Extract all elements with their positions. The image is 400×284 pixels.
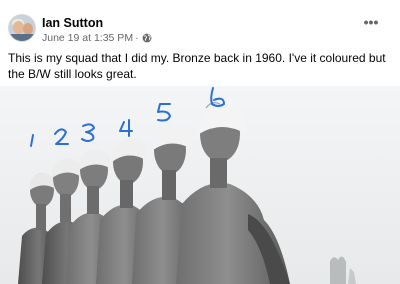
squad-photo-image bbox=[0, 86, 400, 284]
post-caption: This is my squad that I did my. Bronze b… bbox=[8, 51, 386, 81]
post-photo[interactable] bbox=[0, 86, 400, 284]
post-header: Ian Sutton June 19 at 1:35 PM · ••• bbox=[0, 0, 400, 48]
facebook-post: Ian Sutton June 19 at 1:35 PM · ••• This… bbox=[0, 0, 400, 284]
author-avatar[interactable] bbox=[8, 14, 36, 42]
post-timestamp[interactable]: June 19 at 1:35 PM bbox=[42, 32, 133, 44]
author-name[interactable]: Ian Sutton bbox=[42, 16, 103, 30]
post-meta: June 19 at 1:35 PM · bbox=[42, 32, 152, 44]
meta-separator: · bbox=[135, 32, 139, 44]
globe-icon[interactable] bbox=[142, 33, 152, 43]
more-options-icon[interactable]: ••• bbox=[362, 15, 380, 30]
